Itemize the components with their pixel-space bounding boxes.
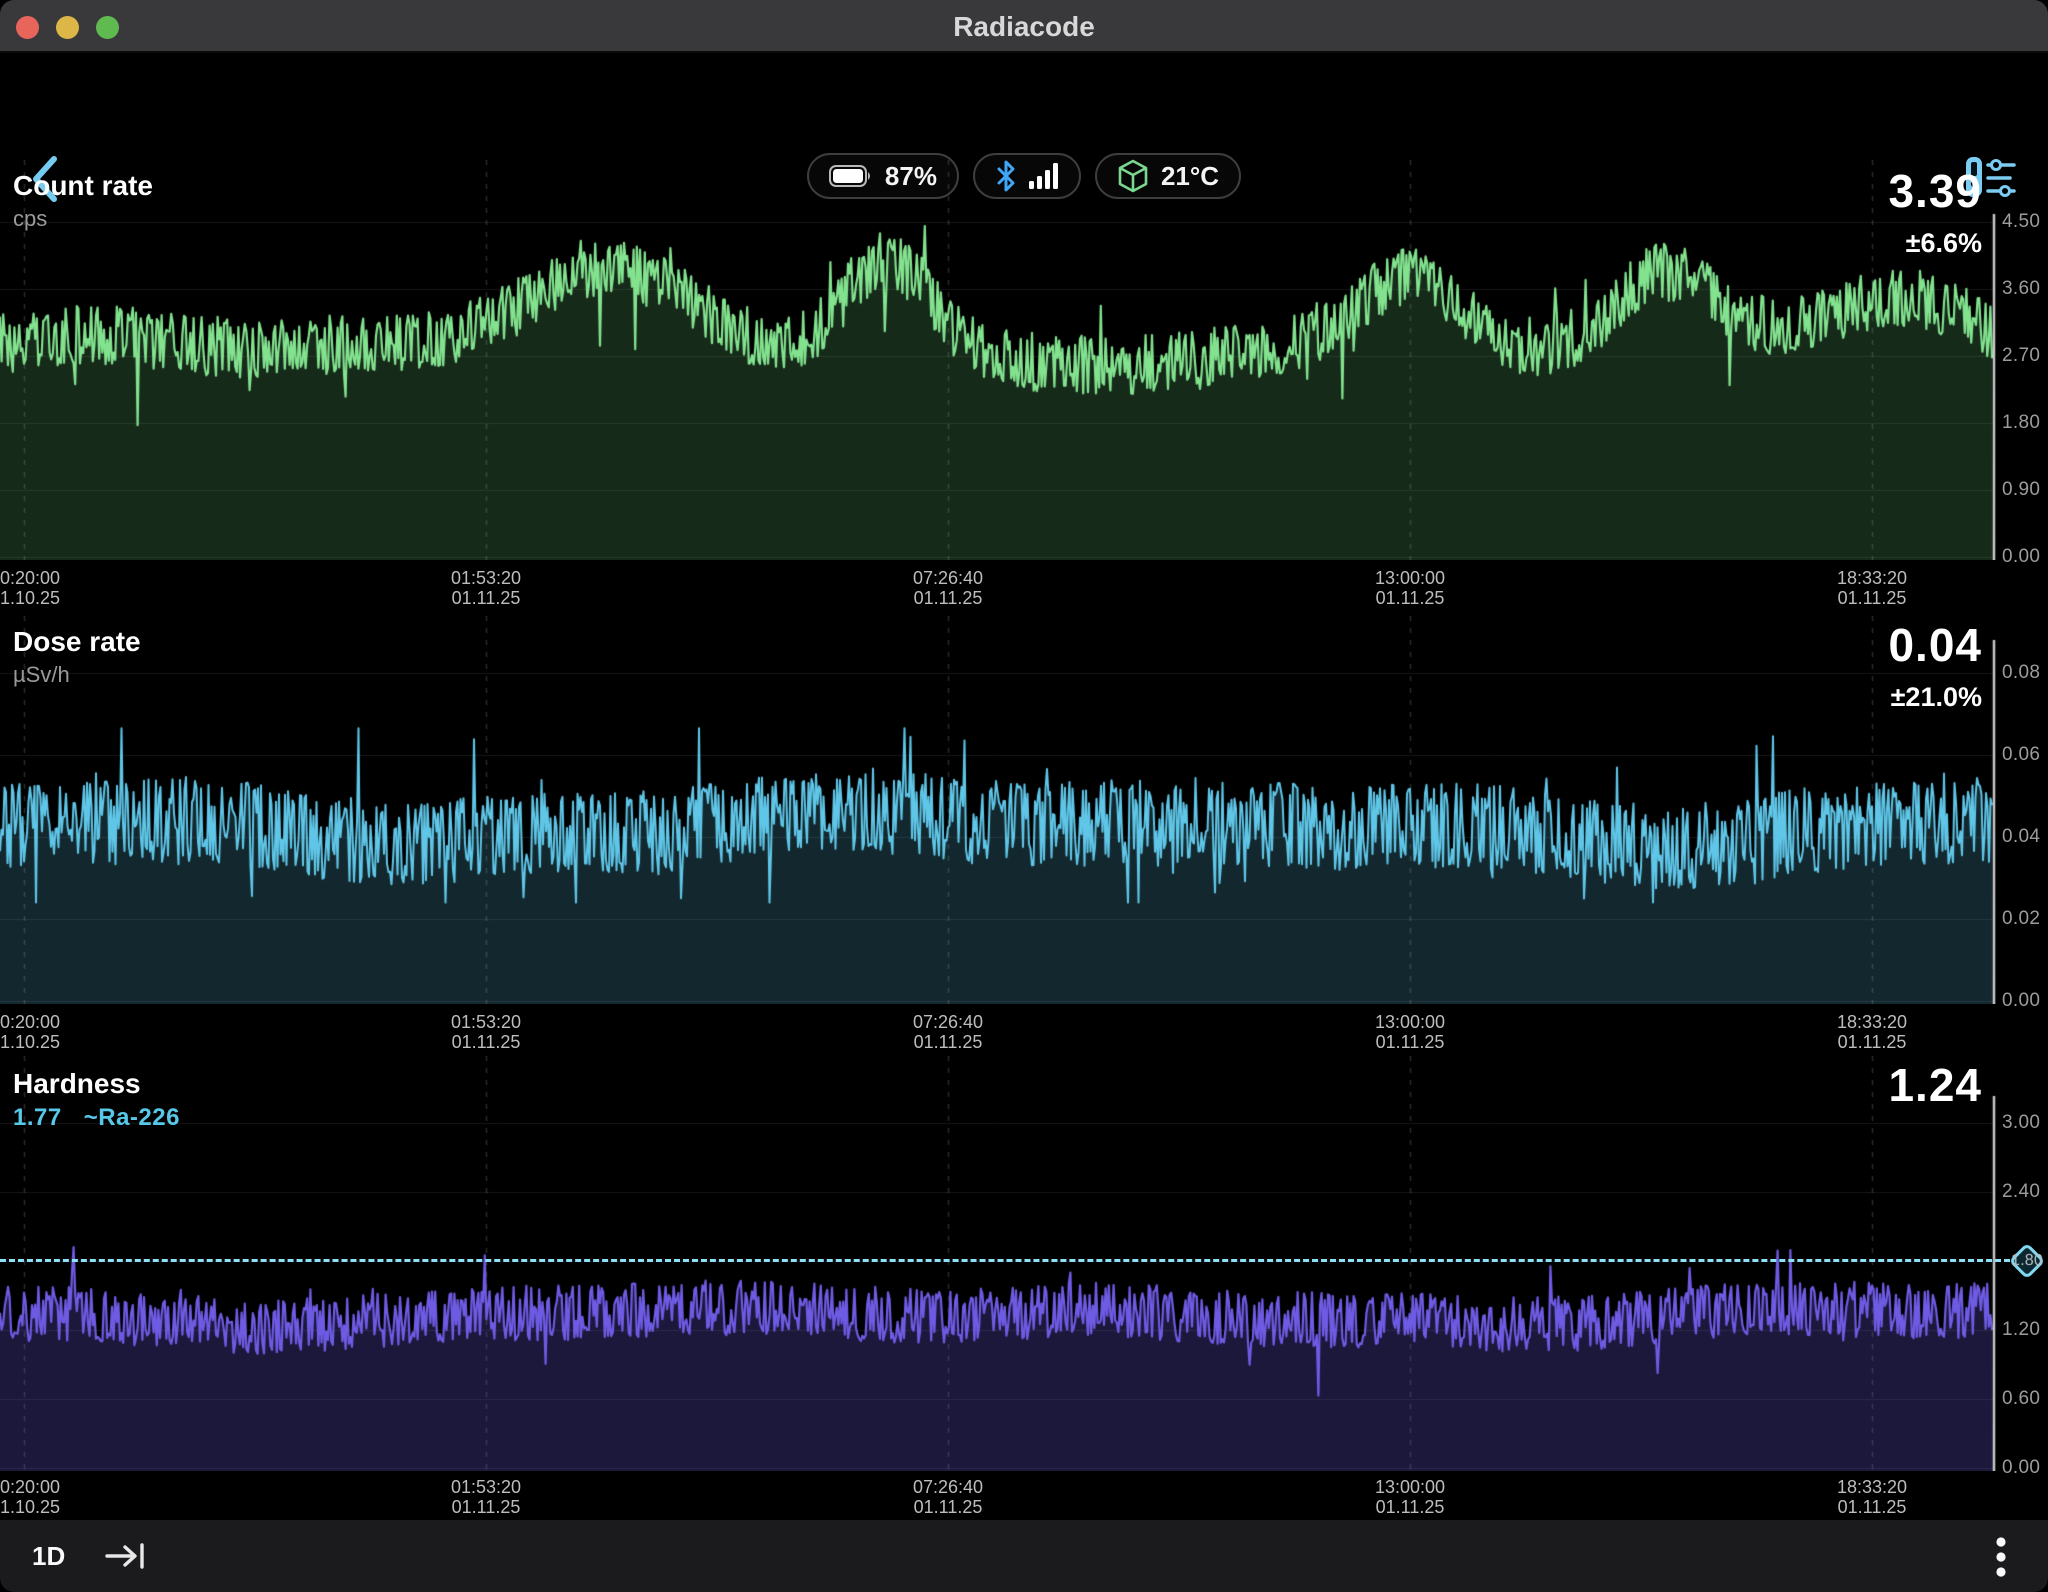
x-tick: 18:33:2001.11.25 [1812, 1477, 1932, 1517]
x-tick: 07:26:4001.11.25 [888, 1477, 1008, 1517]
x-tick: 01:53:2001.11.25 [426, 1012, 546, 1052]
hardness-chart[interactable] [0, 1056, 2000, 1471]
y-tick: 2.40 [2002, 1181, 2048, 1203]
y-tick: 0.60 [2002, 1388, 2048, 1410]
dose-rate-chart[interactable] [0, 616, 2000, 1004]
y-tick: 0.90 [2002, 479, 2048, 501]
count-rate-value: 3.39 [1888, 164, 1982, 218]
y-tick: 0.04 [2002, 826, 2048, 848]
count-rate-title: Count rate [13, 170, 153, 202]
time-range-button[interactable]: 1D [32, 1520, 65, 1592]
y-tick: 0.02 [2002, 908, 2048, 930]
dose-rate-unit: µSv/h [13, 662, 70, 688]
toolbar: 87% 21°C [0, 55, 2048, 160]
count-rate-chart[interactable] [0, 160, 2000, 560]
hardness-value: 1.24 [1888, 1058, 1982, 1112]
bottom-bar: 1D [0, 1520, 2048, 1592]
y-tick: 2.70 [2002, 345, 2048, 367]
y-tick: 1.20 [2002, 1319, 2048, 1341]
x-tick: 0:20:001.10.25 [0, 568, 110, 608]
hardness-threshold-line [0, 1259, 2010, 1262]
dose-rate-uncertainty: ±21.0% [1891, 682, 1982, 713]
x-tick: 18:33:2001.11.25 [1812, 568, 1932, 608]
count-rate-uncertainty: ±6.6% [1906, 228, 1982, 259]
dose-rate-title: Dose rate [13, 626, 141, 658]
x-tick: 01:53:2001.11.25 [426, 568, 546, 608]
x-tick: 13:00:0001.11.25 [1350, 568, 1470, 608]
window-title: Radiacode [0, 0, 2048, 53]
y-tick: 0.00 [2002, 1457, 2048, 1479]
dose-rate-value: 0.04 [1888, 618, 1982, 672]
x-tick: 18:33:2001.11.25 [1812, 1012, 1932, 1052]
x-tick: 07:26:4001.11.25 [888, 1012, 1008, 1052]
y-tick: 0.00 [2002, 546, 2048, 568]
more-menu-button[interactable] [1984, 1535, 2018, 1579]
x-tick: 13:00:0001.11.25 [1350, 1477, 1470, 1517]
skip-to-latest-button[interactable] [104, 1541, 148, 1571]
y-tick: 0.06 [2002, 744, 2048, 766]
hardness-title: Hardness [13, 1068, 141, 1100]
y-tick: 1.80 [2002, 412, 2048, 434]
x-tick: 07:26:4001.11.25 [888, 568, 1008, 608]
y-tick: 0.08 [2002, 662, 2048, 684]
y-tick: 0.00 [2002, 990, 2048, 1012]
y-tick: 4.50 [2002, 211, 2048, 233]
hardness-reference: 1.77 ~Ra-226 [13, 1104, 180, 1132]
titlebar: Radiacode [0, 0, 2048, 53]
app-window: Radiacode 87% [0, 0, 2048, 1592]
x-tick: 01:53:2001.11.25 [426, 1477, 546, 1517]
y-tick: 3.00 [2002, 1112, 2048, 1134]
count-rate-unit: cps [13, 206, 47, 232]
vertical-ellipsis-icon [1996, 1537, 2005, 1576]
hardness-reference-value: 1.77 [13, 1104, 62, 1131]
hardness-threshold-marker[interactable]: 1.80 [2009, 1243, 2046, 1280]
x-tick: 13:00:0001.11.25 [1350, 1012, 1470, 1052]
hardness-threshold-label: 1.80 [2017, 1251, 2037, 1271]
arrow-to-end-icon [107, 1545, 142, 1567]
hardness-reference-isotope: ~Ra-226 [84, 1104, 180, 1131]
x-tick: 0:20:001.10.25 [0, 1012, 110, 1052]
y-tick: 3.60 [2002, 278, 2048, 300]
x-tick: 0:20:001.10.25 [0, 1477, 110, 1517]
